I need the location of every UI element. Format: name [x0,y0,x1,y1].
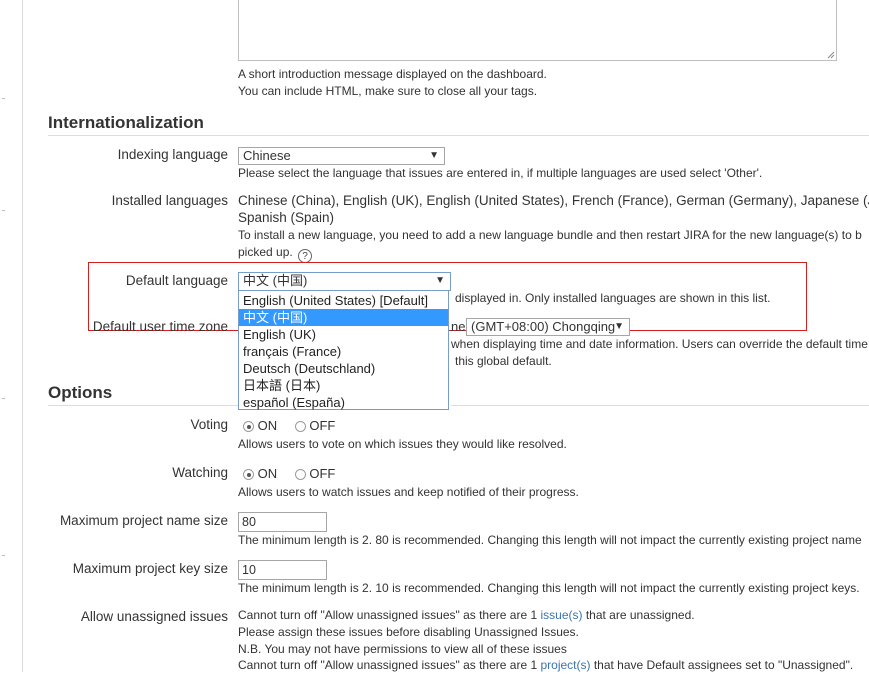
voting-label: Voting [190,417,228,432]
allow-unassigned-label: Allow unassigned issues [80,609,228,624]
introduction-textarea[interactable] [238,0,837,61]
indexing-language-select[interactable]: Chinese ▼ [238,147,445,165]
watching-label: Watching [172,465,228,480]
projects-link[interactable]: project(s) [540,658,590,672]
watching-on-option[interactable]: ON [243,466,277,481]
installed-languages-help: To install a new language, you need to a… [238,228,862,242]
language-option[interactable]: 日本語 (日本) [239,377,448,394]
intro-help-line1: A short introduction message displayed o… [238,67,547,81]
default-time-zone-label: Default user time zone [92,319,228,334]
voting-off-label: OFF [309,418,336,433]
issues-link[interactable]: issue(s) [540,608,582,622]
max-project-name-label: Maximum project name size [59,513,228,528]
section-divider [48,405,238,406]
max-project-key-input[interactable]: 10 [238,560,327,580]
default-language-help: displayed in. Only installed languages a… [455,291,771,305]
voting-help: Allows users to vote on which issues the… [238,437,567,451]
unassigned-message-line2: Please assign these issues before disabl… [238,625,579,639]
installed-languages-help-text: picked up. [238,245,293,259]
language-option-selected[interactable]: 中文 (中国) [239,309,448,326]
watching-on-label: ON [257,466,278,481]
radio-on-icon[interactable] [243,469,254,480]
radio-off-icon[interactable] [294,469,306,480]
installed-languages-list-cont: Spanish (Spain) [238,210,335,225]
watching-off-option[interactable]: OFF [294,466,336,481]
section-title-options: Options [48,383,113,402]
margin-mark [2,398,5,399]
margin-mark [2,210,5,211]
dropdown-arrow-icon: ▼ [614,321,624,332]
resize-grip-icon[interactable] [827,51,835,59]
language-option[interactable]: español (España) [239,394,448,411]
margin-mark [2,98,5,99]
language-option[interactable]: English (UK) [239,326,448,343]
left-divider [22,0,23,672]
unassigned-text: Cannot turn off "Allow unassigned issues… [238,658,541,672]
indexing-language-label: Indexing language [117,147,228,162]
section-divider [451,405,869,406]
language-option[interactable]: English (United States) [Default] [239,292,448,309]
installed-languages-label: Installed languages [111,193,228,208]
indexing-language-help: Please select the language that issues a… [238,166,763,180]
voting-on-option[interactable]: ON [243,418,277,433]
voting-off-option[interactable]: OFF [294,418,336,433]
unassigned-text: Cannot turn off "Allow unassigned issues… [238,608,541,622]
voting-on-label: ON [257,418,278,433]
language-option[interactable]: français (France) [239,343,448,360]
unassigned-text: that are unassigned. [582,608,695,622]
radio-on-icon[interactable] [243,421,254,432]
max-project-key-label: Maximum project key size [72,561,228,576]
margin-mark [2,555,5,556]
indexing-language-value: Chinese [243,148,291,163]
default-language-select[interactable]: 中文 (中国) ▼ [238,272,451,291]
voting-radio-group: ON OFF [243,418,349,433]
watching-help: Allows users to watch issues and keep no… [238,485,579,499]
unassigned-message-line1: Cannot turn off "Allow unassigned issues… [238,607,695,624]
default-language-label: Default language [125,273,228,288]
unassigned-text: that have Default assignees set to "Unas… [590,658,854,672]
section-divider [48,135,869,136]
max-project-name-help: The minimum length is 2. 80 is recommend… [238,533,862,547]
watching-off-label: OFF [309,466,336,481]
help-question-icon[interactable]: ? [298,249,313,263]
dropdown-arrow-icon: ▼ [435,275,445,286]
max-project-name-input[interactable]: 80 [238,512,327,532]
language-option[interactable]: Deutsch (Deutschland) [239,360,448,377]
unassigned-message-line3: N.B. You may not have permissions to vie… [238,642,567,656]
time-zone-help-cont: this global default. [455,354,552,368]
unassigned-message-line4: Cannot turn off "Allow unassigned issues… [238,657,853,674]
installed-languages-help-cont: picked up. ? [238,244,313,263]
intro-help-line2: You can include HTML, make sure to close… [238,84,538,98]
section-title-internationalization: Internationalization [48,113,204,132]
installed-languages-list: Chinese (China), English (UK), English (… [238,193,869,208]
time-zone-value: (GMT+08:00) Chongqing [471,319,616,334]
time-zone-prefix: ne [451,319,466,334]
time-zone-select[interactable]: (GMT+08:00) Chongqing ▼ [466,318,630,336]
radio-off-icon[interactable] [294,421,306,432]
time-zone-help: when displaying time and date informatio… [451,337,868,351]
max-project-key-help: The minimum length is 2. 10 is recommend… [238,581,860,595]
default-language-dropdown[interactable]: English (United States) [Default] 中文 (中国… [238,290,449,410]
default-language-value: 中文 (中国) [243,273,308,288]
dropdown-arrow-icon: ▼ [429,150,439,161]
watching-radio-group: ON OFF [243,466,349,481]
